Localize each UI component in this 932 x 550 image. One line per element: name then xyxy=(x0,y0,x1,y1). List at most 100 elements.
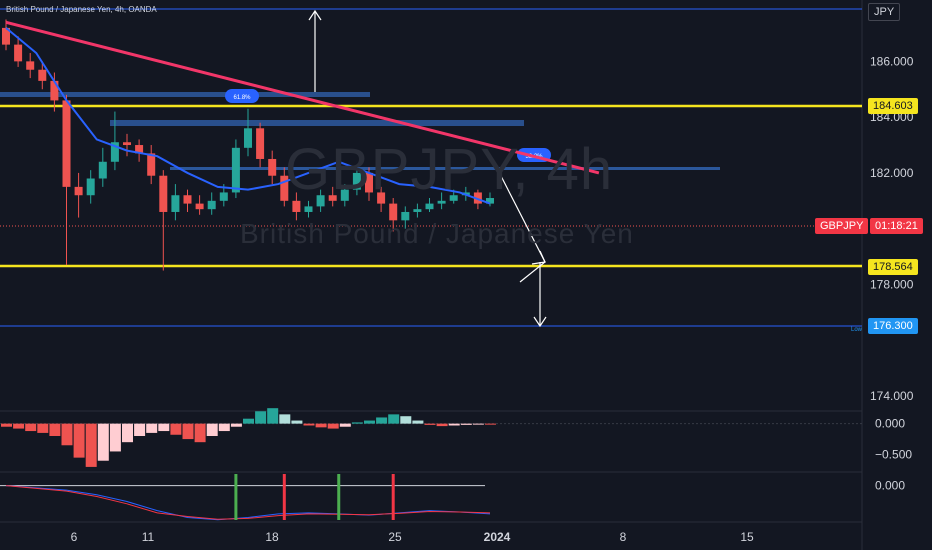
candle-body xyxy=(365,172,373,193)
y-tick-label-3: 178.000 xyxy=(870,277,914,291)
chart-header: British Pound / Japanese Yen, 4h, OANDA xyxy=(6,5,157,14)
macd-histogram-bar xyxy=(412,420,424,424)
candle-body xyxy=(316,195,325,207)
macd-histogram-bar xyxy=(230,423,242,427)
macd-histogram-bar xyxy=(243,418,254,424)
y-tick-label-2: 182.000 xyxy=(870,166,914,180)
macd-tick-label-1: −0.500 xyxy=(875,448,912,462)
macd-tick-label-0: 0.000 xyxy=(875,417,905,431)
macd-histogram-bar xyxy=(37,423,49,433)
macd-histogram-bar xyxy=(25,423,37,432)
candle-body xyxy=(425,203,434,210)
macd-histogram-bar xyxy=(1,423,12,427)
candle-body xyxy=(62,100,71,187)
x-tick-label-1: 11 xyxy=(142,530,155,544)
x-tick-label-6: 15 xyxy=(740,530,754,544)
lower-level-badge: 178.564 xyxy=(868,259,918,275)
candle-body xyxy=(413,209,422,212)
candle-body xyxy=(159,175,168,212)
candle-body xyxy=(207,200,216,210)
macd-histogram-bar xyxy=(170,423,182,435)
y-tick-label-4: 174.000 xyxy=(870,389,914,403)
macd-histogram-bar xyxy=(206,423,218,436)
macd-histogram-bar xyxy=(49,423,61,436)
candle-body xyxy=(231,147,240,193)
macd-histogram-bar xyxy=(364,420,375,424)
low-level-badge: 176.300 xyxy=(868,318,918,334)
macd-histogram-bar xyxy=(291,420,303,424)
x-tick-label-2: 18 xyxy=(265,530,279,544)
macd-histogram-bar xyxy=(424,423,436,425)
candle-body xyxy=(14,44,23,62)
macd-histogram-bar xyxy=(327,423,339,429)
candle-body xyxy=(147,153,156,176)
macd-histogram-bar xyxy=(315,423,327,428)
macd-histogram-bar xyxy=(388,414,400,424)
candle-body xyxy=(401,211,410,221)
osc-tick-label-0: 0.000 xyxy=(875,479,905,493)
chart-canvas[interactable]: 186.000184.000182.000178.000174.00061.8%… xyxy=(0,0,932,550)
macd-histogram-bar xyxy=(448,423,460,426)
macd-histogram-bar xyxy=(146,423,158,433)
upper-level-badge: 184.603 xyxy=(868,98,918,114)
macd-histogram-bar xyxy=(97,423,109,461)
candle-body xyxy=(352,172,361,190)
candle-body xyxy=(98,161,107,179)
macd-histogram-bar xyxy=(303,423,315,426)
background xyxy=(0,0,932,550)
candle-body xyxy=(86,178,95,196)
candle-body xyxy=(219,192,228,201)
macd-histogram-bar xyxy=(109,423,121,452)
macd-histogram-bar xyxy=(13,423,25,429)
candle-body xyxy=(328,195,337,201)
candle-body xyxy=(280,175,289,201)
macd-histogram-bar xyxy=(194,423,206,443)
currency-badge[interactable]: JPY xyxy=(868,3,901,21)
candle-body xyxy=(183,195,192,204)
macd-histogram-bar xyxy=(85,423,97,467)
candle-body xyxy=(26,61,35,70)
candle-body xyxy=(340,189,349,201)
y-tick-label-0: 186.000 xyxy=(870,54,914,68)
candle-body xyxy=(377,192,386,204)
macd-histogram-bar xyxy=(400,416,412,424)
macd-histogram-bar xyxy=(134,423,146,436)
fib-zone-lower xyxy=(170,167,720,170)
x-tick-label-3: 25 xyxy=(388,530,402,544)
candle-body xyxy=(50,80,59,101)
macd-histogram-bar xyxy=(436,423,448,427)
macd-histogram-bar xyxy=(351,422,363,424)
macd-histogram-bar xyxy=(460,423,472,425)
x-tick-label-0: 6 xyxy=(71,530,78,544)
candle-body xyxy=(389,203,398,221)
fib-zone-middle xyxy=(110,120,524,126)
macd-histogram-bar xyxy=(61,423,73,446)
macd-histogram-bar xyxy=(472,423,484,425)
macd-histogram-bar xyxy=(376,417,388,424)
candle-body xyxy=(449,195,458,201)
candle-body xyxy=(38,69,47,81)
macd-histogram-bar xyxy=(158,423,170,432)
countdown-badge: 01:18:21 xyxy=(870,218,923,234)
candle-body xyxy=(74,186,83,196)
candle-body xyxy=(171,195,180,212)
candle-body xyxy=(256,128,265,159)
x-tick-label-5: 8 xyxy=(620,530,627,544)
macd-histogram-bar xyxy=(218,423,230,432)
macd-histogram-bar xyxy=(255,411,267,424)
candle-body xyxy=(195,203,204,210)
candle-body xyxy=(123,142,131,146)
macd-histogram-bar xyxy=(267,408,279,424)
macd-histogram-bar xyxy=(73,423,85,458)
macd-histogram-bar xyxy=(485,423,496,425)
candle-body xyxy=(292,200,301,212)
candle-body xyxy=(437,200,446,204)
candle-body xyxy=(304,206,313,212)
candle-body xyxy=(268,158,277,176)
low-tag: Low xyxy=(851,327,863,333)
macd-histogram-bar xyxy=(279,414,291,424)
macd-histogram-bar xyxy=(339,423,351,427)
macd-histogram-bar xyxy=(122,423,133,443)
macd-histogram-bar xyxy=(182,423,194,440)
symbol-badge: GBPJPY xyxy=(815,218,869,234)
